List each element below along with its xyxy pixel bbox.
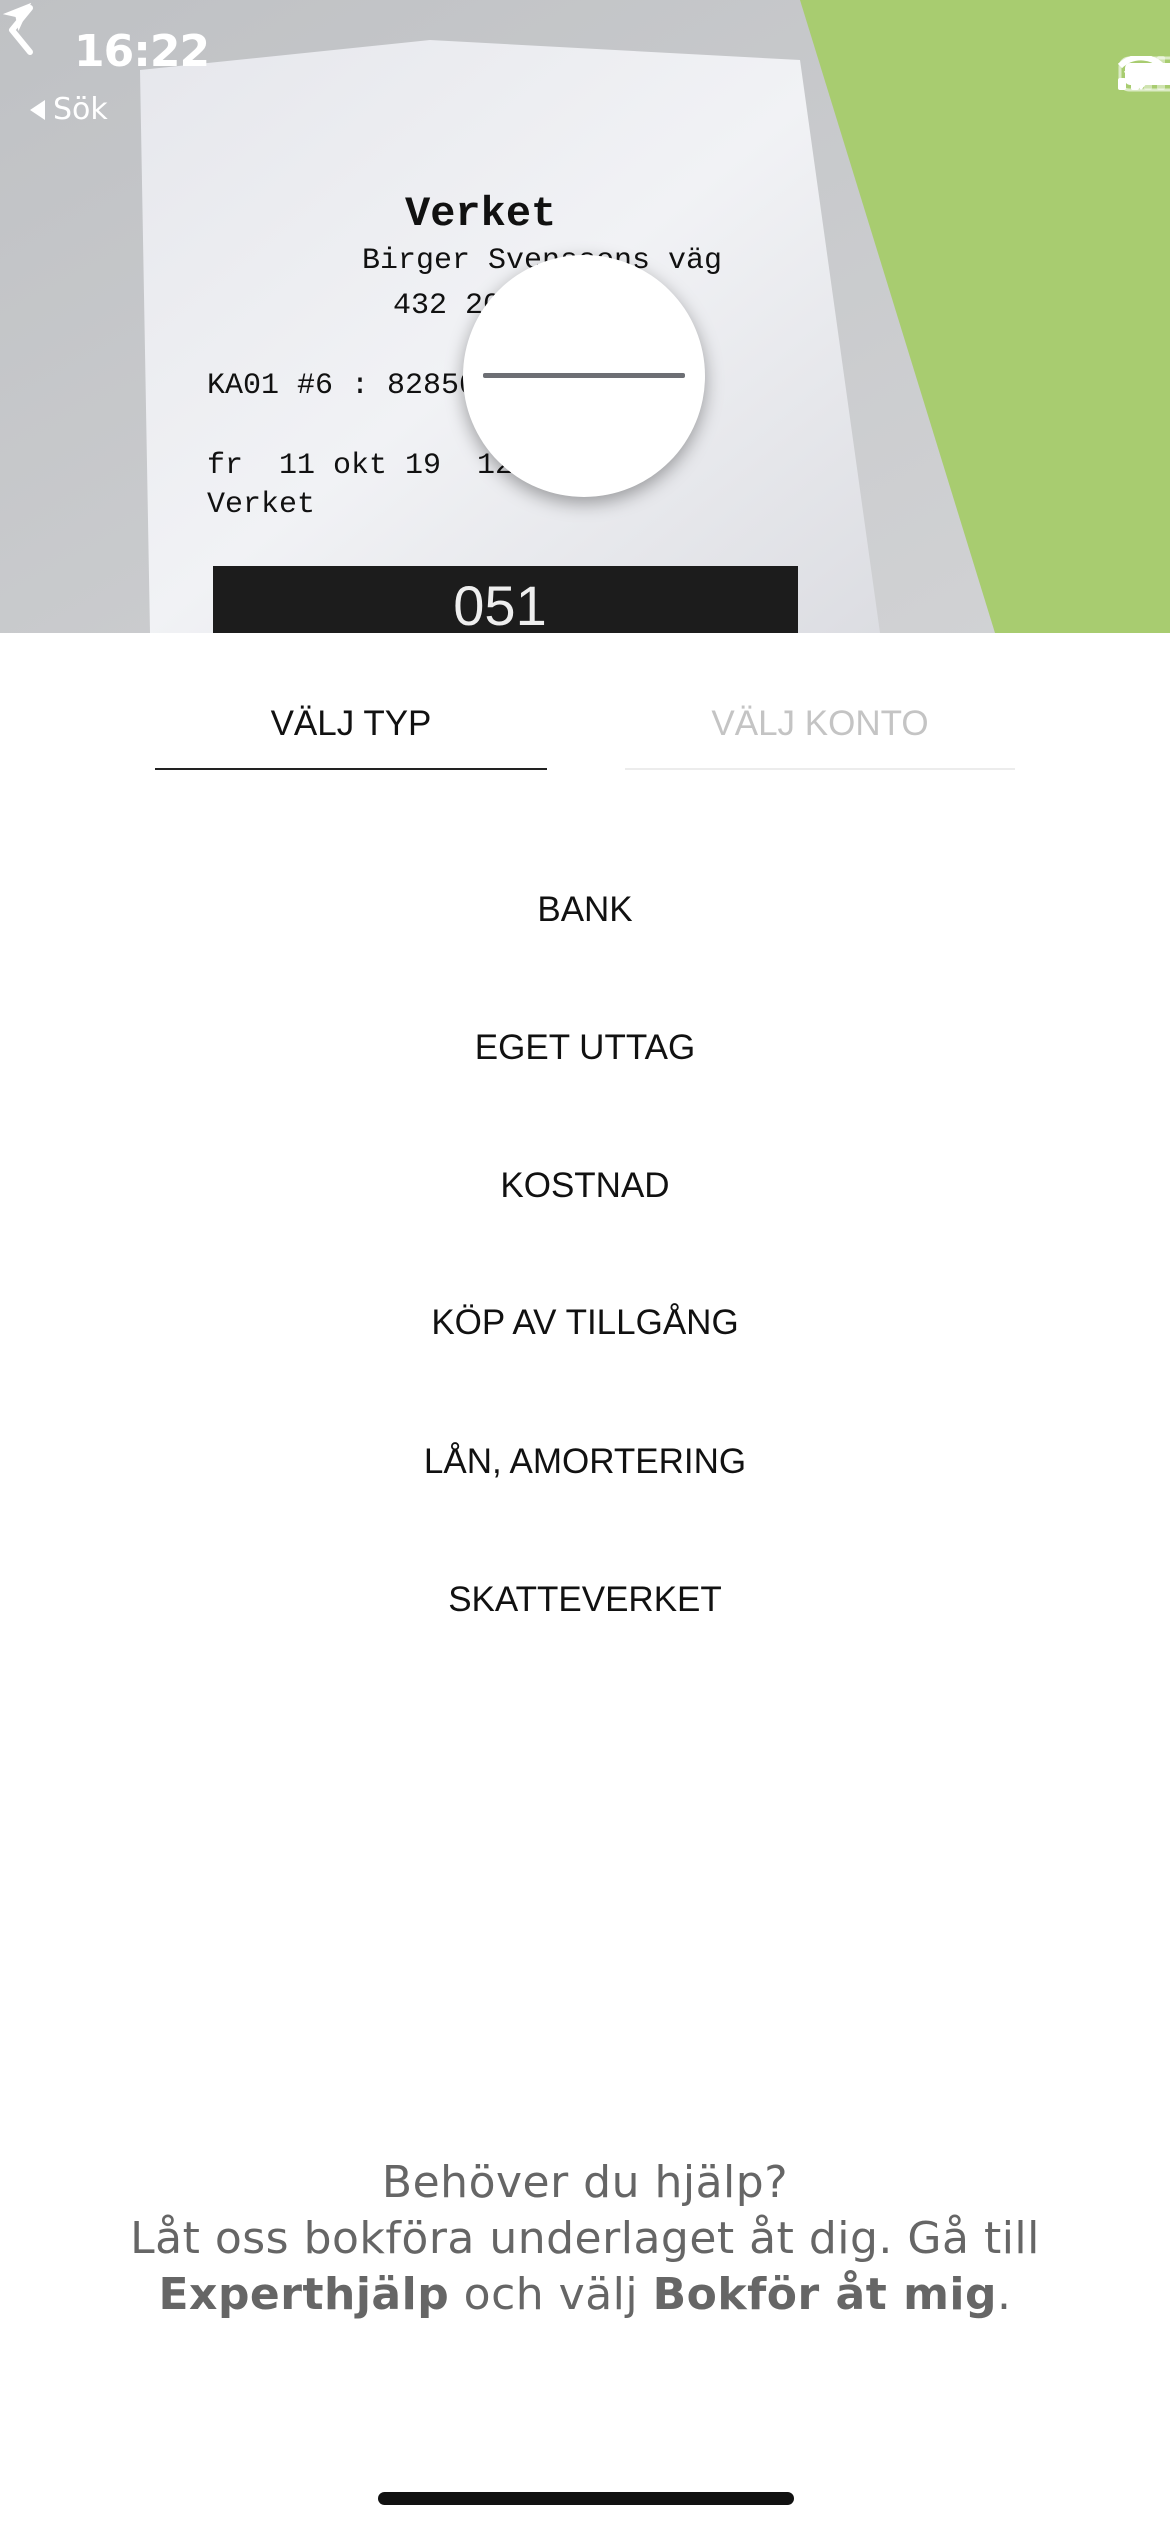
bokfor-at-mig-label: Bokför åt mig — [652, 2269, 997, 2320]
tab-valj-konto[interactable]: VÄLJ KONTO — [625, 690, 1015, 770]
type-item-kop-av-tillgang[interactable]: KÖP AV TILLGÅNG — [0, 1283, 1170, 1363]
receipt-terminal: KA01 #6 : 82850 — [207, 369, 477, 403]
help-line2: Låt oss bokföra underlaget åt dig. Gå ti… — [130, 2213, 1040, 2264]
help-text: Behöver du hjälp? Låt oss bokföra underl… — [60, 2155, 1110, 2323]
type-item-skatteverket[interactable]: SKATTEVERKET — [0, 1560, 1170, 1640]
receipt-store2: Verket — [207, 488, 315, 522]
back-app-label: Sök — [53, 92, 108, 127]
type-item-kostnad[interactable]: KOSTNAD — [0, 1146, 1170, 1226]
drag-handle-button[interactable] — [463, 255, 705, 497]
experthjalp-label: Experthjälp — [158, 2269, 450, 2320]
back-triangle-icon — [30, 99, 45, 120]
handle-bar — [483, 373, 685, 378]
receipt-number: 051 — [453, 574, 546, 633]
type-item-lan-amortering[interactable]: LÅN, AMORTERING — [0, 1422, 1170, 1502]
tab-valj-typ[interactable]: VÄLJ TYP — [155, 690, 547, 770]
help-question: Behöver du hjälp? — [381, 2157, 789, 2208]
status-time: 16:22 — [74, 26, 210, 77]
help-mid-text: och välj — [449, 2269, 653, 2320]
receipt-photo: Verket Birger Svenssons väg 432 20 KA01 … — [0, 0, 1170, 633]
receipt-store: Verket — [405, 190, 556, 238]
back-to-search-link[interactable]: Sök — [30, 92, 108, 127]
help-period: . — [997, 2269, 1012, 2320]
help-line3: Experthjälp och välj Bokför åt mig. — [60, 2267, 1110, 2323]
type-item-bank[interactable]: BANK — [0, 870, 1170, 950]
tab-bar: VÄLJ TYP VÄLJ KONTO — [0, 690, 1170, 770]
home-indicator[interactable] — [378, 2492, 794, 2505]
battery-icon — [1118, 56, 1170, 92]
back-chevron-icon[interactable] — [0, 0, 44, 60]
type-item-eget-uttag[interactable]: EGET UTTAG — [0, 1008, 1170, 1088]
